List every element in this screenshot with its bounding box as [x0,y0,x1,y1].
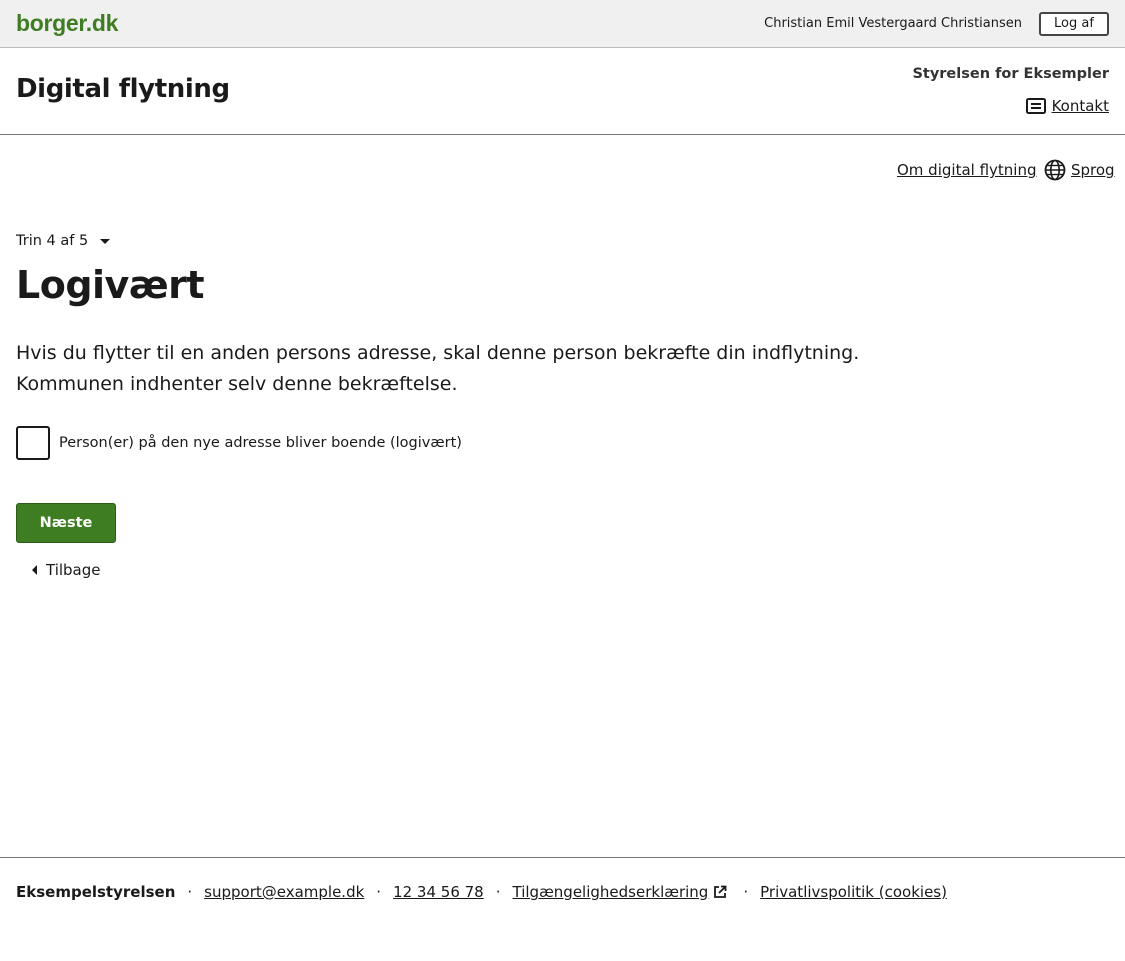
host-checkbox-row[interactable]: Person(er) på den nye adresse bliver boe… [16,426,462,460]
user-name: Christian Emil Vestergaard Christiansen [764,16,1022,31]
contact-link[interactable]: Kontakt [1052,96,1109,116]
app-title: Digital flytning [16,74,230,104]
footer-phone-link[interactable]: 12 34 56 78 [393,882,484,902]
back-label: Tilbage [46,561,101,579]
host-checkbox[interactable] [16,426,50,460]
caret-left-icon [32,565,37,575]
language-link[interactable]: Sprog [1071,160,1115,180]
globe-icon [1044,159,1066,181]
step-indicator[interactable]: Trin 4 af 5 [16,231,111,251]
footer-privacy-link[interactable]: Privatlivspolitik (cookies) [760,882,947,902]
footer-email-link[interactable]: support@example.dk [204,882,364,902]
page-title: Logivært [16,263,205,307]
authority-name: Styrelsen for Eksempler [912,66,1109,82]
footer-separator: · [187,883,193,901]
footer-org-name: Eksempelstyrelsen [16,883,176,901]
footer-links: Eksempelstyrelsen · support@example.dk ·… [16,882,947,902]
next-button[interactable]: Næste [16,503,116,543]
intro-line-1: Hvis du flytter til en anden persons adr… [16,342,860,364]
message-icon [1025,97,1046,115]
step-label: Trin 4 af 5 [16,233,89,249]
intro-text: Hvis du flytter til en anden persons adr… [16,338,876,400]
footer-separator: · [495,883,501,901]
about-digital-moving-link[interactable]: Om digital flytning [897,160,1036,180]
page-footer: Eksempelstyrelsen · support@example.dk ·… [0,857,1125,961]
intro-line-2: Kommunen indhenter selv denne bekræftels… [16,373,458,395]
caret-down-icon [100,238,111,244]
portal-bar: borger.dk Christian Emil Vestergaard Chr… [0,0,1125,48]
app-header: Digital flytning Styrelsen for Eksempler… [0,48,1125,135]
back-link[interactable]: Tilbage [32,560,101,580]
footer-separator: · [376,883,382,901]
contact-link-container[interactable]: Kontakt [1025,96,1109,116]
host-checkbox-label[interactable]: Person(er) på den nye adresse bliver boe… [59,433,462,453]
footer-accessibility-link[interactable]: Tilgængelighedserklæring [513,882,709,902]
language-selector[interactable]: Sprog [1044,159,1115,181]
external-link-icon [713,885,727,899]
footer-separator: · [743,883,749,901]
borger-dk-logo[interactable]: borger.dk [16,9,118,37]
logout-button[interactable]: Log af [1039,12,1109,36]
